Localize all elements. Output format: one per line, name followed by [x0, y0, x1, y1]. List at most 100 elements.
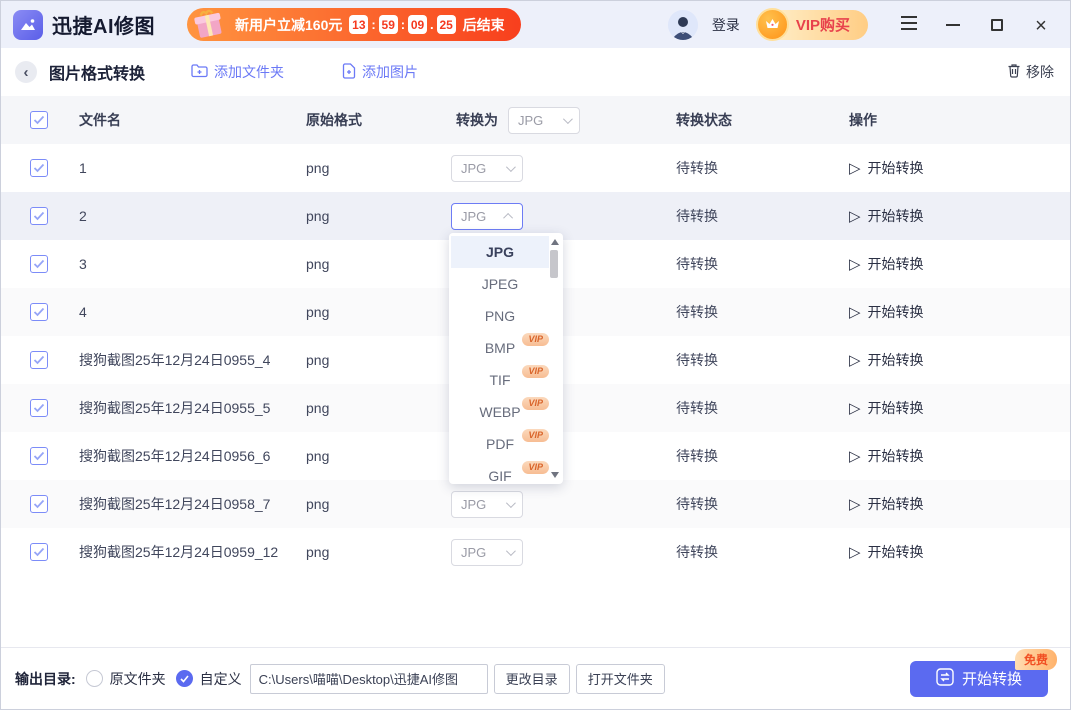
- app-window: 迅捷AI修图 新用户立减160元 13:59:09.25 后结束: [0, 0, 1071, 710]
- crown-icon: [756, 8, 789, 41]
- open-folder-button[interactable]: 打开文件夹: [576, 664, 665, 694]
- chevron-down-icon: [506, 162, 516, 172]
- chevron-down-icon: [563, 114, 573, 124]
- row-format: png: [306, 160, 451, 176]
- global-target-value: JPG: [518, 113, 543, 128]
- play-icon: ▷: [849, 209, 861, 224]
- global-target-select[interactable]: JPG: [508, 107, 580, 134]
- menu-icon[interactable]: [900, 16, 918, 34]
- back-button[interactable]: ‹: [15, 61, 37, 83]
- row-checkbox[interactable]: [30, 447, 48, 465]
- radio-unchecked-icon[interactable]: [86, 670, 103, 687]
- row-format: png: [306, 208, 451, 224]
- row-start-convert-button[interactable]: ▷ 开始转换: [849, 254, 1070, 274]
- add-folder-label: 添加文件夹: [214, 62, 284, 82]
- dropdown-option-gif[interactable]: GIFVIP: [451, 460, 549, 484]
- countdown-separator: :: [371, 17, 375, 32]
- countdown-separator: :: [401, 17, 405, 32]
- login-link[interactable]: 登录: [712, 15, 740, 35]
- row-checkbox[interactable]: [30, 495, 48, 513]
- scroll-down-icon[interactable]: [551, 472, 559, 478]
- vip-badge: VIP: [522, 333, 549, 346]
- select-all-checkbox[interactable]: [30, 111, 48, 129]
- row-start-convert-button[interactable]: ▷ 开始转换: [849, 494, 1070, 514]
- dropdown-option-label: JPEG: [482, 276, 519, 292]
- row-filename: 1: [79, 160, 306, 176]
- row-status: 待转换: [676, 254, 849, 274]
- radio-original-folder[interactable]: 原文件夹: [86, 669, 166, 689]
- row-start-convert-button[interactable]: ▷ 开始转换: [849, 350, 1070, 370]
- gift-icon: [189, 4, 229, 49]
- transfer-icon: [936, 668, 954, 690]
- chevron-down-icon: [506, 546, 516, 556]
- play-icon: ▷: [849, 449, 861, 464]
- chevron-down-icon: [506, 498, 516, 508]
- play-icon: ▷: [849, 353, 861, 368]
- dropdown-option-png[interactable]: PNG: [451, 300, 549, 332]
- row-start-convert-button[interactable]: ▷ 开始转换: [849, 302, 1070, 322]
- row-target-select[interactable]: JPG: [451, 539, 523, 566]
- vip-buy-button[interactable]: VIP购买: [758, 10, 868, 40]
- dropdown-option-tif[interactable]: TIFVIP: [451, 364, 549, 396]
- promo-tail: 后结束: [463, 15, 505, 35]
- row-checkbox[interactable]: [30, 351, 48, 369]
- play-icon: ▷: [849, 497, 861, 512]
- row-target-value: JPG: [461, 545, 486, 560]
- row-action-label: 开始转换: [868, 158, 924, 178]
- row-target-select[interactable]: JPG: [451, 203, 523, 230]
- row-start-convert-button[interactable]: ▷ 开始转换: [849, 446, 1070, 466]
- row-start-convert-button[interactable]: ▷ 开始转换: [849, 158, 1070, 178]
- dropdown-option-webp[interactable]: WEBPVIP: [451, 396, 549, 428]
- play-icon: ▷: [849, 257, 861, 272]
- row-filename: 搜狗截图25年12月24日0959_12: [79, 542, 306, 562]
- scroll-up-icon[interactable]: [551, 239, 559, 245]
- maximize-icon[interactable]: [988, 16, 1006, 34]
- file-plus-icon: [342, 63, 356, 82]
- row-checkbox[interactable]: [30, 207, 48, 225]
- row-checkbox[interactable]: [30, 303, 48, 321]
- row-checkbox[interactable]: [30, 255, 48, 273]
- close-icon[interactable]: ×: [1032, 16, 1050, 34]
- radio-custom[interactable]: 自定义: [176, 669, 242, 689]
- chevron-up-icon: [503, 212, 513, 222]
- row-start-convert-button[interactable]: ▷ 开始转换: [849, 206, 1070, 226]
- dropdown-option-bmp[interactable]: BMPVIP: [451, 332, 549, 364]
- row-format: png: [306, 352, 451, 368]
- add-image-button[interactable]: 添加图片: [342, 62, 418, 82]
- dropdown-option-jpeg[interactable]: JPEG: [451, 268, 549, 300]
- row-action-label: 开始转换: [868, 494, 924, 514]
- change-dir-button[interactable]: 更改目录: [494, 664, 570, 694]
- user-avatar[interactable]: [668, 10, 698, 40]
- table-row: 1 png JPG 待转换 ▷ 开始转换: [1, 144, 1070, 192]
- add-folder-button[interactable]: 添加文件夹: [191, 62, 284, 82]
- scrollbar-thumb[interactable]: [550, 250, 558, 278]
- row-target-select[interactable]: JPG: [451, 155, 523, 182]
- row-checkbox[interactable]: [30, 543, 48, 561]
- vip-label: VIP购买: [796, 14, 850, 35]
- output-path-input[interactable]: [250, 664, 488, 694]
- row-start-convert-button[interactable]: ▷ 开始转换: [849, 398, 1070, 418]
- row-filename: 搜狗截图25年12月24日0955_5: [79, 398, 306, 418]
- output-dir-label: 输出目录:: [15, 669, 76, 689]
- table-header: 文件名 原始格式 转换为 JPG 转换状态 操作: [1, 96, 1070, 144]
- promo-banner[interactable]: 新用户立减160元 13:59:09.25 后结束: [187, 8, 521, 41]
- row-checkbox[interactable]: [30, 159, 48, 177]
- minimize-icon[interactable]: [944, 16, 962, 34]
- format-dropdown-list: JPG JPEG PNGBMPVIPTIFVIPWEBPVIPPDFVIPGIFVI…: [451, 236, 549, 484]
- countdown-separator: .: [430, 17, 434, 32]
- row-target-value: JPG: [461, 497, 486, 512]
- row-start-convert-button[interactable]: ▷ 开始转换: [849, 542, 1070, 562]
- countdown-value: 25: [437, 15, 456, 34]
- row-filename: 搜狗截图25年12月24日0958_7: [79, 494, 306, 514]
- remove-label: 移除: [1026, 62, 1054, 82]
- row-target-select[interactable]: JPG: [451, 491, 523, 518]
- row-checkbox[interactable]: [30, 399, 48, 417]
- vip-badge: VIP: [522, 429, 549, 442]
- radio-checked-icon[interactable]: [176, 670, 193, 687]
- remove-button[interactable]: 移除: [1007, 62, 1054, 82]
- column-filename: 文件名: [79, 110, 306, 130]
- row-status: 待转换: [676, 494, 849, 514]
- dropdown-option-jpg[interactable]: JPG: [451, 236, 549, 268]
- dropdown-scrollbar[interactable]: [549, 233, 561, 484]
- dropdown-option-pdf[interactable]: PDFVIP: [451, 428, 549, 460]
